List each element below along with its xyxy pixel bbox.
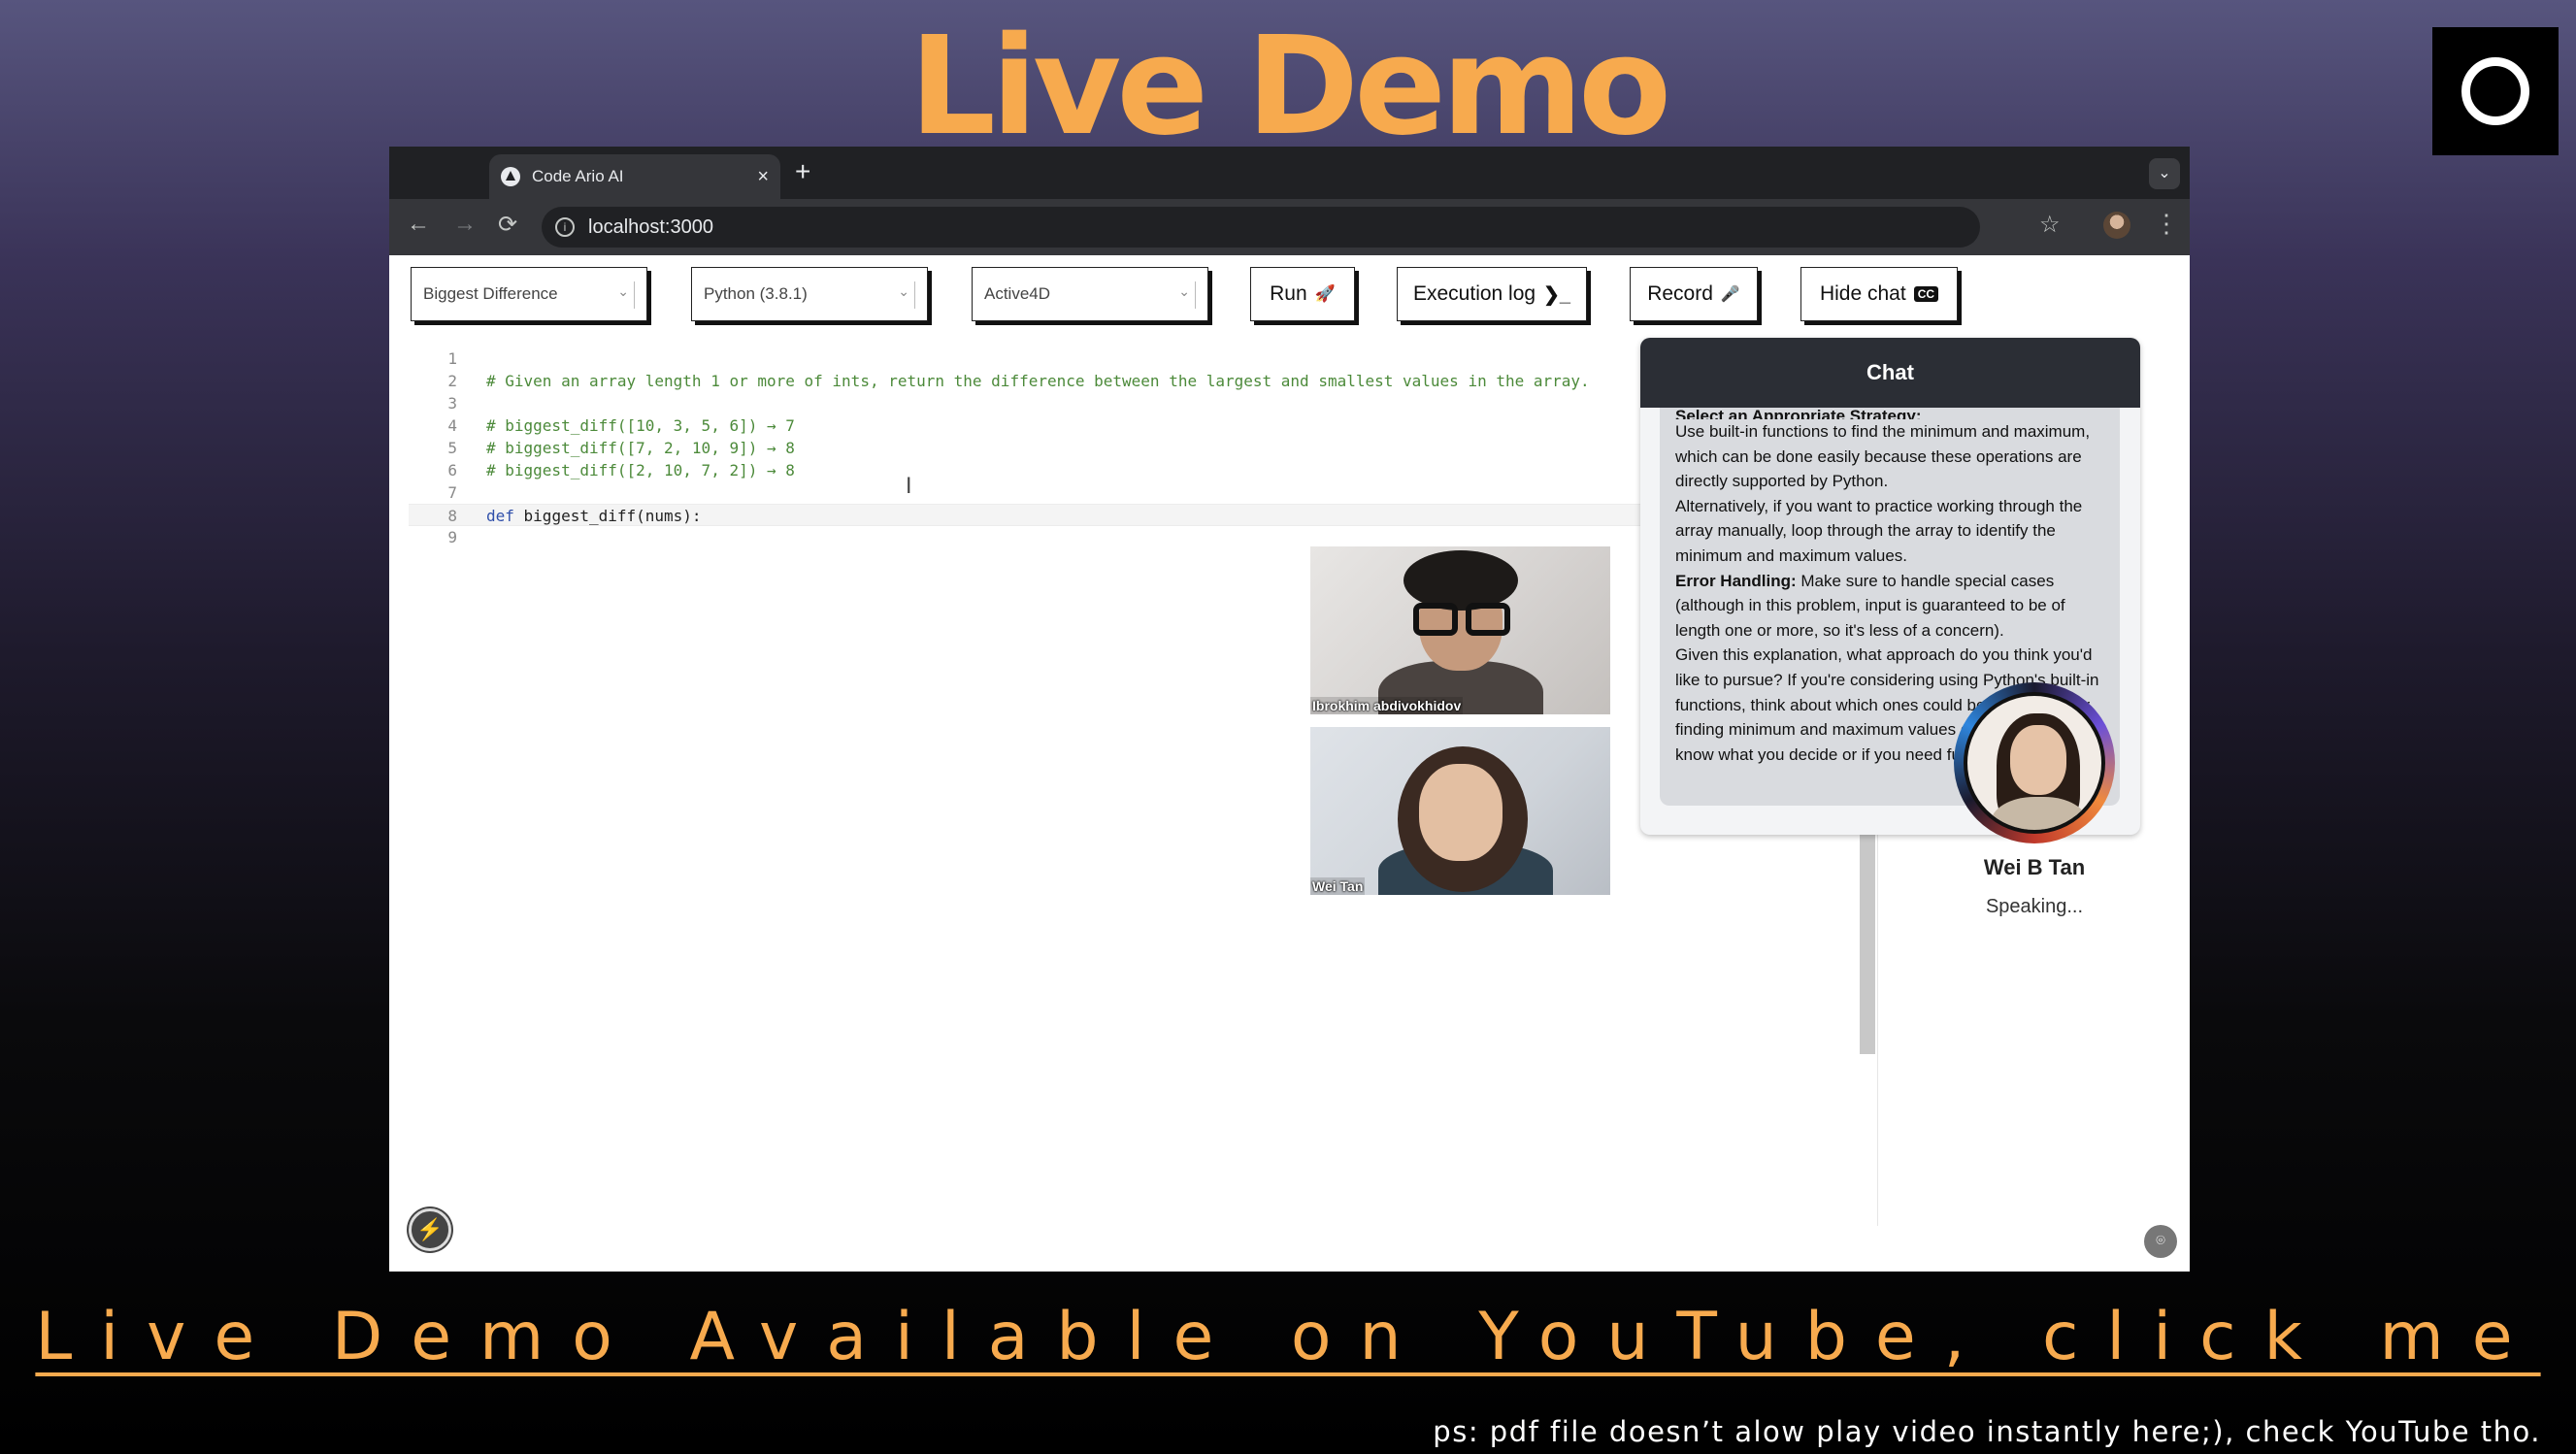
footnote: ps: pdf file doesn’t alow play video ins…: [1433, 1415, 2541, 1448]
chat-paragraph: Use built-in functions to find the minim…: [1675, 422, 2091, 491]
run-button[interactable]: Run 🚀: [1250, 267, 1355, 321]
url-text[interactable]: localhost:3000: [588, 216, 713, 239]
speaker-card: Wei B Tan Speaking...: [1879, 682, 2190, 918]
record-ring-icon: [2461, 57, 2529, 125]
tab-strip: Code Ario AI × + ⌄: [389, 147, 2190, 199]
speaker-name: Wei B Tan: [1983, 855, 2086, 879]
record-label: Record: [1647, 282, 1713, 305]
line-number: 8: [447, 507, 457, 525]
tab-search-button[interactable]: ⌄: [2149, 158, 2180, 189]
problem-select-value: Biggest Difference: [423, 284, 558, 303]
execution-log-label: Execution log: [1413, 282, 1536, 305]
line-number: 1: [447, 349, 457, 368]
record-button[interactable]: Record 🎤: [1630, 267, 1758, 321]
bolt-button[interactable]: ⚡: [409, 1208, 451, 1251]
chat-bold-heading: Error Handling:: [1675, 571, 1797, 590]
code-text: # Given an array length 1 or more of int…: [486, 372, 1590, 390]
tab-title: Code Ario AI: [532, 167, 624, 185]
theme-select-value: Active4D: [984, 284, 1051, 303]
chevron-down-icon: ⌄: [898, 283, 909, 299]
line-number: 2: [447, 372, 457, 390]
chat-clipped-heading: Select an Appropriate Strategy:: [1675, 408, 1922, 419]
new-tab-button[interactable]: +: [795, 156, 810, 187]
code-text: # biggest_diff([10, 3, 5, 6]) → 7: [486, 416, 795, 435]
chat-paragraph: Alternatively, if you want to practice w…: [1675, 496, 2083, 565]
terminal-icon: ❯_: [1543, 283, 1570, 306]
reload-icon[interactable]: ⟳: [498, 211, 517, 239]
microphone-icon: 🎤: [1720, 286, 1740, 303]
participant-name-label: Ibrokhim abdivokhidov: [1310, 697, 1464, 714]
line-number: 9: [447, 528, 457, 546]
speaker-status: Speaking...: [1985, 896, 2084, 917]
code-keyword: def: [486, 507, 514, 525]
hide-chat-label: Hide chat: [1819, 282, 1906, 305]
line-number: 6: [447, 461, 457, 479]
line-number: 4: [447, 416, 457, 435]
avatar: [1964, 692, 2105, 834]
back-icon[interactable]: ←: [407, 211, 430, 238]
line-number: 3: [447, 394, 457, 413]
browser-toolbar: ← → ⟳ i localhost:3000 ☆ ⋮: [389, 199, 2190, 255]
rocket-icon: 🚀: [1314, 284, 1336, 303]
code-text: # biggest_diff([7, 2, 10, 9]) → 8: [486, 439, 795, 457]
slide-title: Live Demo: [908, 8, 1671, 166]
tab-close-icon[interactable]: ×: [757, 166, 769, 188]
app-favicon-icon: [501, 167, 520, 186]
address-bar[interactable]: i localhost:3000: [542, 207, 1980, 248]
problem-select[interactable]: Biggest Difference ⌄: [411, 267, 647, 321]
profile-avatar[interactable]: [2103, 212, 2130, 239]
screenshot-button[interactable]: ⌾: [2144, 1225, 2177, 1258]
text-cursor-icon: I: [906, 475, 912, 499]
line-number: 5: [447, 439, 457, 457]
code-text: def biggest_diff(nums):: [486, 505, 702, 527]
execution-log-button[interactable]: Execution log ❯_: [1397, 267, 1587, 321]
participant-name-label: Wei Tan: [1310, 877, 1366, 895]
code-rest: biggest_diff(nums):: [513, 507, 702, 525]
closed-captions-icon: CC: [1913, 286, 1939, 302]
line-number: 7: [447, 483, 457, 502]
app-content: Biggest Difference ⌄ Python (3.8.1) ⌄ Ac…: [389, 255, 2190, 1272]
scrollbar[interactable]: [1860, 826, 1875, 1054]
chevron-down-icon: ⌄: [1178, 283, 1190, 299]
forward-icon[interactable]: →: [453, 211, 477, 238]
speaker-avatar-ring: [1954, 682, 2115, 843]
hide-chat-button[interactable]: Hide chat CC: [1800, 267, 1958, 321]
browser-window: Code Ario AI × + ⌄ ← → ⟳ i localhost:300…: [389, 147, 2190, 1272]
language-select[interactable]: Python (3.8.1) ⌄: [691, 267, 928, 321]
chat-paragraph: Error Handling: Make sure to handle spec…: [1675, 569, 2104, 644]
chat-title: Chat: [1640, 338, 2140, 408]
youtube-link[interactable]: Live Demo Available on YouTube, click me: [0, 1299, 2576, 1375]
participant-video: Ibrokhim abdivokhidov: [1310, 546, 1610, 714]
theme-select[interactable]: Active4D ⌄: [972, 267, 1208, 321]
browser-tab[interactable]: Code Ario AI ×: [489, 154, 780, 199]
glasses-icon: [1413, 603, 1458, 636]
site-info-icon[interactable]: i: [555, 217, 575, 237]
browser-menu-icon[interactable]: ⋮: [2154, 209, 2179, 239]
run-label: Run: [1270, 282, 1307, 305]
record-badge[interactable]: [2432, 27, 2559, 155]
participant-video: Wei Tan: [1310, 727, 1610, 895]
bookmark-star-icon[interactable]: ☆: [2039, 211, 2061, 239]
chevron-down-icon: ⌄: [617, 283, 629, 299]
code-text: # biggest_diff([2, 10, 7, 2]) → 8: [486, 461, 795, 479]
language-select-value: Python (3.8.1): [704, 284, 808, 303]
